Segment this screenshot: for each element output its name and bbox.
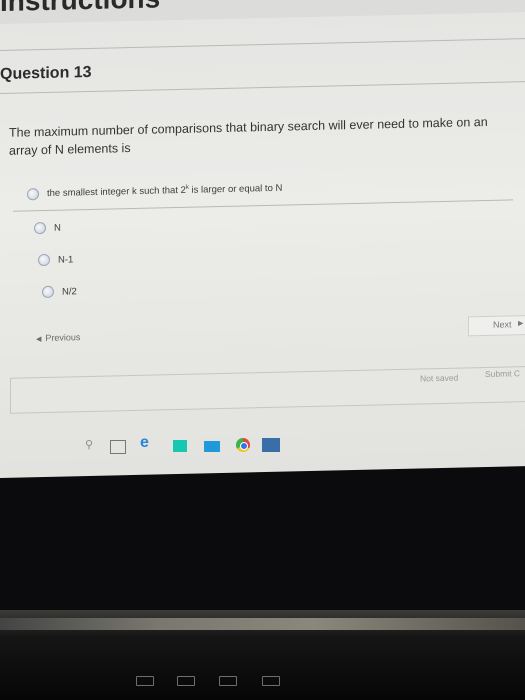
left-arrow-icon: ◀	[36, 336, 42, 344]
option-n[interactable]: N	[34, 217, 61, 240]
radio-button[interactable]	[38, 253, 50, 267]
edge-icon[interactable]: e	[140, 434, 149, 451]
top-strip: Instructions	[0, 0, 525, 25]
radio-button[interactable]	[34, 221, 46, 235]
forward-key-icon	[262, 676, 280, 686]
option-label: N-1	[58, 253, 74, 266]
option-n-over-2[interactable]: N/2	[42, 280, 77, 303]
previous-label: Previous	[45, 332, 81, 343]
app-icon[interactable]	[262, 438, 280, 452]
laptop-bezel	[0, 618, 525, 630]
next-label: Next	[493, 319, 512, 330]
option-n-minus-1[interactable]: N-1	[38, 248, 73, 271]
option-label: the smallest integer k such that 2k is l…	[47, 183, 283, 200]
question-text: The maximum number of comparisons that b…	[9, 114, 488, 158]
right-arrow-icon: ▶	[518, 320, 524, 328]
photos-icon[interactable]	[204, 441, 220, 452]
page-heading: Instructions	[0, 0, 160, 18]
option-label: N	[54, 222, 61, 234]
divider	[0, 38, 525, 51]
browser-screen: Instructions Question 13 The maximum num…	[0, 0, 525, 478]
divider	[0, 81, 525, 94]
option-label: N/2	[62, 285, 77, 298]
option-k-power[interactable]: the smallest integer k such that 2k is l…	[27, 178, 282, 206]
save-status: Not saved	[420, 372, 459, 384]
submit-button[interactable]: Submit C	[485, 368, 520, 379]
search-icon[interactable]: ⚲	[85, 438, 97, 454]
next-button[interactable]: Next ▶	[468, 315, 525, 337]
chrome-icon[interactable]	[236, 438, 250, 452]
play-key-icon	[177, 676, 195, 686]
question-title: Question 13	[0, 63, 92, 83]
stop-key-icon	[219, 676, 237, 686]
task-view-icon[interactable]	[110, 440, 126, 454]
rewind-key-icon	[136, 676, 154, 686]
store-icon[interactable]	[173, 440, 187, 452]
previous-button[interactable]: ◀ Previous	[36, 332, 106, 352]
radio-button[interactable]	[27, 188, 39, 201]
radio-button[interactable]	[42, 285, 54, 299]
